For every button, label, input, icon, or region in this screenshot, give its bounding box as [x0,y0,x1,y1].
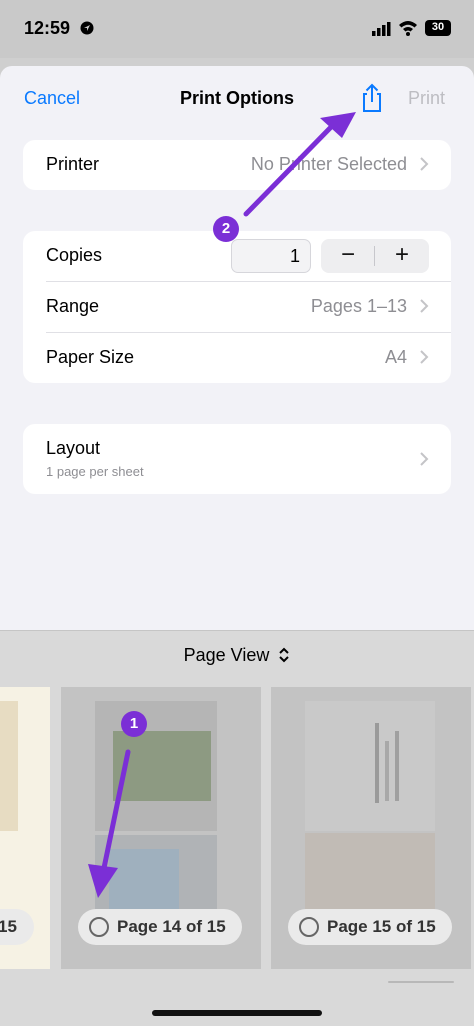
thumbnail-image [0,701,18,831]
page-thumbnail[interactable]: Page 14 of 15 [61,687,261,969]
status-bar: 12:59 30 [0,0,474,58]
copies-field[interactable]: 1 [231,239,311,273]
page-select-badge[interactable]: Page 14 of 15 [78,909,242,945]
layout-subtitle: 1 page per sheet [46,464,144,479]
page-thumbnail[interactable]: Page 15 of 15 [271,687,471,969]
layout-label: Layout [46,438,101,458]
paper-size-value: A4 [384,347,407,367]
copies-value: 1 [289,246,300,266]
wifi-icon [399,21,417,36]
annotation-badge-2: 2 [213,216,239,242]
status-time: 12:59 [24,18,71,38]
scroll-indicator [388,981,454,983]
page-view-label: Page View [183,645,270,665]
page-preview-area: Page View 15 Page 14 of 15 Page 15 of 15 [0,630,474,1026]
increment-button[interactable]: + [375,239,429,273]
select-circle-icon[interactable] [299,917,319,937]
battery-icon: 30 [425,20,451,36]
chevron-right-icon [420,452,429,466]
battery-level: 30 [431,21,445,33]
copies-stepper: − + [321,239,429,273]
chevron-right-icon [420,157,429,171]
cellular-icon [372,22,391,36]
paper-size-row[interactable]: Paper Size A4 [23,333,451,383]
page-view-selector[interactable]: Page View [0,645,474,666]
location-icon [80,21,94,35]
chevron-up-down-icon [279,647,290,663]
copies-row: Copies 1 − + [23,231,451,281]
page-select-badge[interactable]: Page 15 of 15 [288,909,452,945]
thumbnail-line [395,731,399,801]
home-indicator[interactable] [152,1010,322,1016]
printer-label: Printer [46,154,100,174]
page-thumbnail[interactable]: 15 [0,687,50,969]
select-circle-icon[interactable] [89,917,109,937]
annotation-badge-1: 1 [121,711,147,737]
thumbnail-photo [113,731,211,801]
range-row[interactable]: Range Pages 1–13 [23,282,451,332]
thumbnail-line [385,741,389,801]
printer-card: Printer No Printer Selected [23,140,451,190]
range-label: Range [46,296,100,316]
copies-label: Copies [46,245,103,265]
decrement-button[interactable]: − [321,239,375,273]
page-select-label: Page 14 of 15 [117,917,226,936]
printer-value: No Printer Selected [250,154,407,174]
thumbnail-image [305,701,435,831]
printer-row[interactable]: Printer No Printer Selected [23,140,451,190]
print-button[interactable]: Print [408,88,445,109]
chevron-right-icon [420,299,429,313]
share-icon[interactable] [356,82,388,114]
page-title: Print Options [180,88,294,108]
chevron-right-icon [420,350,429,364]
nav-bar: Cancel Print Options Print [0,66,474,132]
print-options-sheet: Cancel Print Options Print Printer No Pr… [0,66,474,1026]
options-card: Copies 1 − + Range Pages 1–13 Paper Size… [23,231,451,383]
layout-card[interactable]: Layout 1 page per sheet [23,424,451,494]
paper-size-label: Paper Size [46,347,135,367]
page-select-label: Page 15 of 15 [327,917,436,936]
thumbnail-line [375,723,379,803]
page-select-badge[interactable]: 15 [0,909,34,945]
range-value: Pages 1–13 [310,296,407,316]
page-select-label: 15 [0,917,17,936]
thumbnail-image [95,701,217,831]
